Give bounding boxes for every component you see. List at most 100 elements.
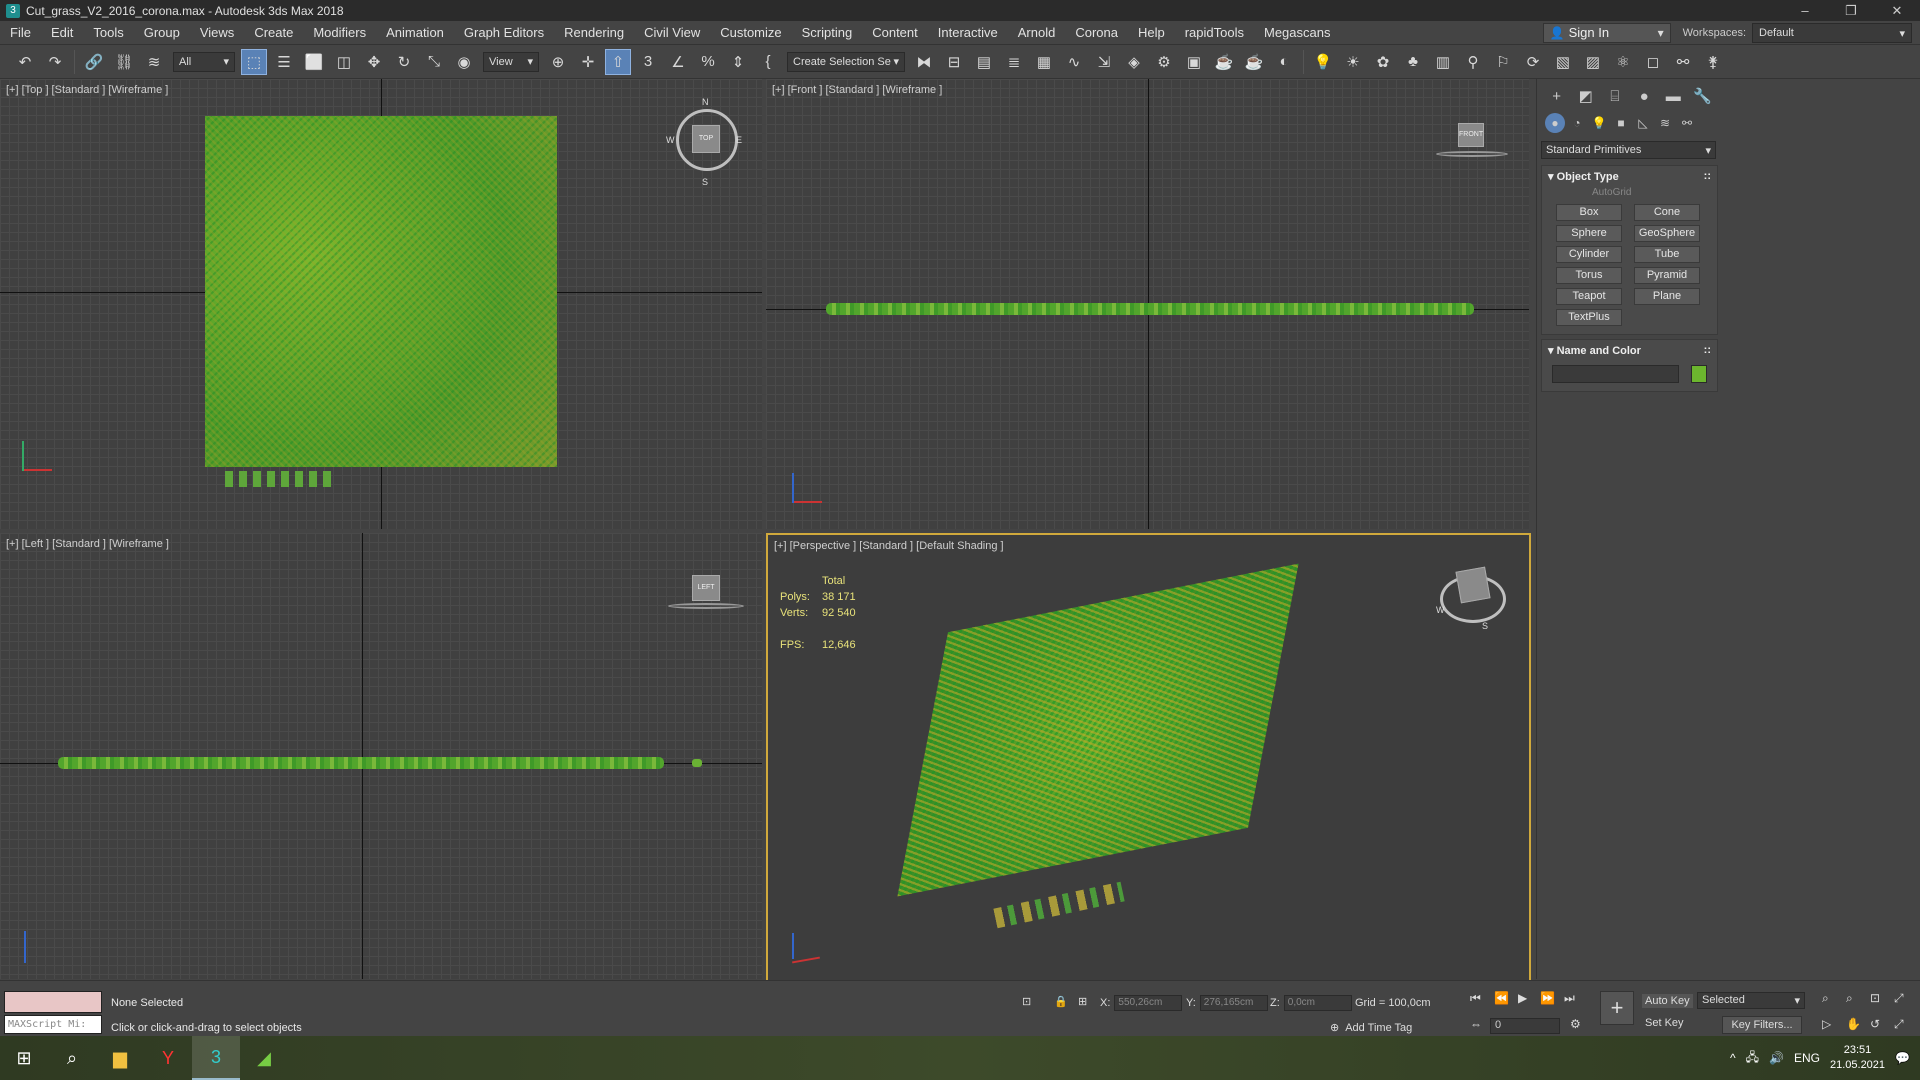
modify-tab-icon[interactable]: ◩ [1574,85,1597,107]
menu-content[interactable]: Content [862,21,928,45]
x-field[interactable]: 550,26cm [1114,995,1183,1011]
render-setup-icon[interactable]: ⚙ [1151,49,1177,75]
absolute-mode-icon[interactable]: ⊞ [1078,995,1087,1008]
viewport-front[interactable]: [+] [Front ] [Standard ] [Wireframe ] FR… [766,79,1529,529]
pan-view-icon[interactable]: ✋ [1846,1017,1861,1031]
selection-filter-select[interactable]: All ▾ [173,51,235,72]
mirror-icon[interactable]: ⧓ [911,49,937,75]
display-tab-icon[interactable]: ▬ [1662,85,1685,107]
key-selection-set-select[interactable]: Selected ▾ [1697,992,1805,1009]
show-hidden-icons-icon[interactable]: ^ [1730,1051,1736,1065]
bind-spacewarp-icon[interactable]: ≋ [141,49,167,75]
viewport-top[interactable]: [+] [Top ] [Standard ] [Wireframe ] TOP … [0,79,762,529]
menu-tools[interactable]: Tools [83,21,133,45]
angle-snap-icon[interactable]: ∠ [665,49,691,75]
viewcube-ring[interactable] [1436,151,1508,157]
autogrid-checkbox[interactable]: AutoGrid [1542,187,1717,200]
time-configuration-icon[interactable]: ⚙ [1570,1017,1581,1031]
zoom-extents-all-icon[interactable]: ⤢ [1894,991,1904,1006]
create-tab-icon[interactable]: + [1545,85,1568,107]
grass-proxy-helper[interactable] [692,759,702,767]
field-of-view-icon[interactable]: ▷ [1822,1017,1831,1031]
corona-lister-icon[interactable]: ⚐ [1490,49,1516,75]
corona-render-icon[interactable]: ⚛ [1610,49,1636,75]
grass-object[interactable] [205,116,557,467]
viewcube-icon[interactable]: FRONT [1458,123,1484,147]
unlink-icon[interactable]: ⛓ [111,49,137,75]
schematic-view-icon[interactable]: ⇲ [1091,49,1117,75]
rectangular-selection-icon[interactable]: ⬜ [301,49,327,75]
helpers-icon[interactable]: ◺ [1633,113,1653,133]
align-icon[interactable]: ⊟ [941,49,967,75]
hierarchy-tab-icon[interactable]: ⌸ [1603,85,1626,107]
selection-lock-icon[interactable]: 🔒 [1054,995,1068,1008]
corona-material-icon[interactable]: ▥ [1430,49,1456,75]
textplus-button[interactable]: TextPlus [1556,309,1622,326]
geosphere-button[interactable]: GeoSphere [1634,225,1700,242]
network-icon[interactable]: 🖧 [1746,1048,1759,1069]
tube-button[interactable]: Tube [1634,246,1700,263]
spacewarps-icon[interactable]: ≋ [1655,113,1675,133]
grass-object[interactable] [897,563,1299,897]
motion-tab-icon[interactable]: ● [1633,85,1656,107]
menu-corona[interactable]: Corona [1065,21,1128,45]
systems-icon[interactable]: ⚯ [1677,113,1697,133]
material-editor-icon[interactable]: ◈ [1121,49,1147,75]
menu-interactive[interactable]: Interactive [928,21,1008,45]
menu-scripting[interactable]: Scripting [792,21,863,45]
cylinder-button[interactable]: Cylinder [1556,246,1622,263]
reference-coordinate-select[interactable]: View ▾ [483,51,539,72]
menu-rapidtools[interactable]: rapidTools [1175,21,1254,45]
sign-in-dropdown[interactable]: 👤 Sign In ▾ [1542,22,1671,43]
menu-megascans[interactable]: Megascans [1254,21,1340,45]
menu-graph-editors[interactable]: Graph Editors [454,21,554,45]
menu-file[interactable]: File [0,21,41,45]
redo-icon[interactable]: ↷ [42,49,68,75]
volume-icon[interactable]: 🔊 [1769,1051,1784,1065]
pivot-center-icon[interactable]: ⊕ [545,49,571,75]
maximize-viewport-icon[interactable]: ⤢ [1894,1017,1904,1032]
zoom-icon[interactable]: ⌕ [1822,991,1829,1006]
notifications-icon[interactable]: 💬 [1895,1051,1910,1065]
layer-explorer-icon[interactable]: ≣ [1001,49,1027,75]
menu-civil-view[interactable]: Civil View [634,21,710,45]
rollout-header[interactable]: ▾ Name and Color :: [1542,340,1717,361]
menu-edit[interactable]: Edit [41,21,83,45]
corona-extra-icon[interactable]: ⚵ [1700,49,1726,75]
file-explorer-icon[interactable]: ▆ [96,1036,144,1080]
object-color-swatch[interactable] [1691,365,1707,383]
corona-proxy-icon[interactable]: ♣ [1400,49,1426,75]
zoom-all-icon[interactable]: ⌕ [1846,991,1853,1006]
menu-group[interactable]: Group [134,21,190,45]
viewport-left[interactable]: [+] [Left ] [Standard ] [Wireframe ] LEF… [0,533,762,979]
viewport-perspective[interactable]: [+] [Perspective ] [Standard ] [Default … [766,533,1531,983]
edit-named-selection-icon[interactable]: { [755,49,781,75]
menu-views[interactable]: Views [190,21,244,45]
language-indicator[interactable]: ENG [1794,1051,1820,1065]
set-keys-mode-button[interactable]: + [1600,991,1634,1025]
shapes-icon[interactable]: ◔ [1567,113,1587,133]
menu-animation[interactable]: Animation [376,21,454,45]
cone-button[interactable]: Cone [1634,204,1700,221]
geometry-icon[interactable]: ● [1545,113,1565,133]
move-icon[interactable]: ✥ [361,49,387,75]
render-iterative-icon[interactable]: ☕ [1241,49,1267,75]
corona-light-icon[interactable]: 💡 [1310,49,1336,75]
viewport-label[interactable]: [+] [Top ] [Standard ] [Wireframe ] [6,84,168,96]
viewport-label[interactable]: [+] [Left ] [Standard ] [Wireframe ] [6,538,169,550]
corona-tool-icon[interactable]: ⚯ [1670,49,1696,75]
z-field[interactable]: 0,0cm [1283,995,1352,1011]
grass-object-side[interactable] [826,303,1474,315]
rollout-header[interactable]: ▾ Object Type :: [1542,166,1717,187]
go-to-end-icon[interactable]: ⏭ [1564,991,1575,1006]
go-to-start-icon[interactable]: ⏮ [1470,991,1481,1006]
lights-icon[interactable]: 💡 [1589,113,1609,133]
maxscript-listener-output[interactable] [4,991,102,1013]
undo-icon[interactable]: ↶ [12,49,38,75]
orbit-icon[interactable]: ↺ [1870,1017,1880,1031]
cameras-icon[interactable]: ■ [1611,113,1631,133]
rendered-frame-window-icon[interactable]: ▣ [1181,49,1207,75]
isolate-selection-icon[interactable]: ⊡ [1022,995,1031,1008]
box-button[interactable]: Box [1556,204,1622,221]
placement-icon[interactable]: ◉ [451,49,477,75]
